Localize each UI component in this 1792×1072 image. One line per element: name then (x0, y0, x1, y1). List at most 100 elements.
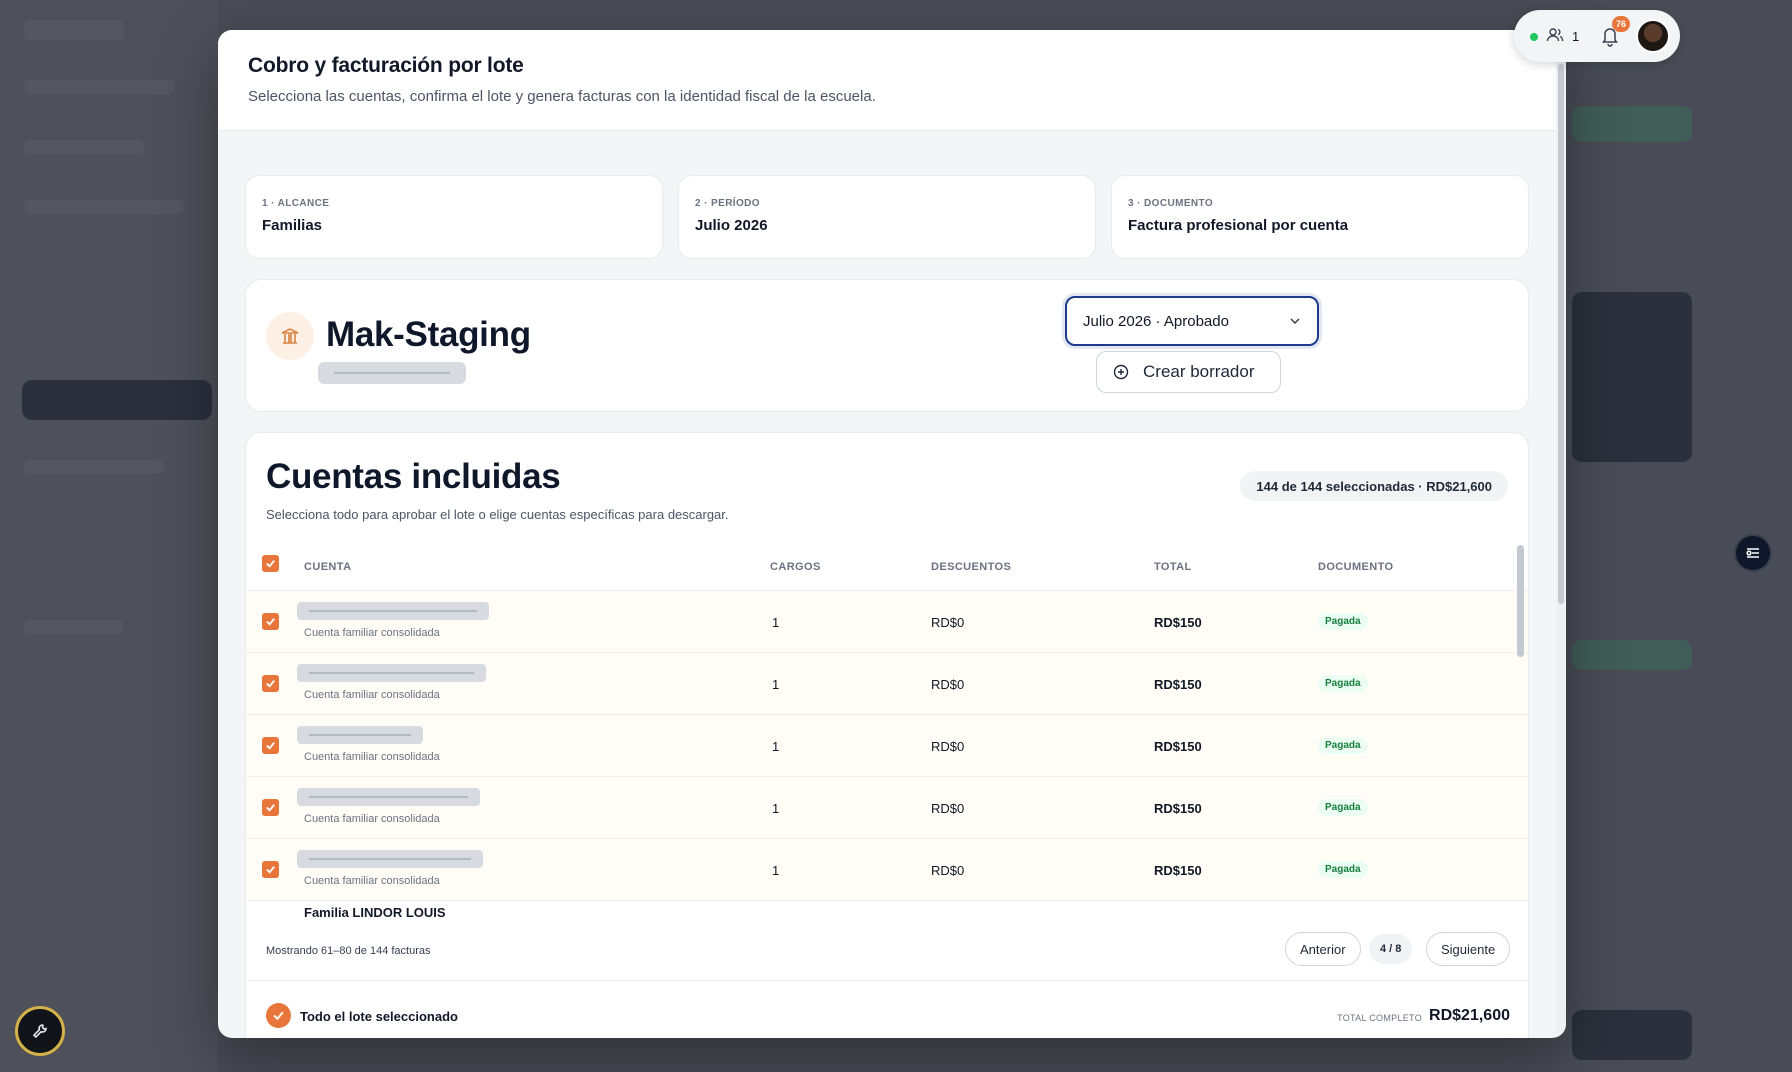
school-card: Mak-Staging Julio 2026 · Aprobado Crear … (245, 279, 1529, 412)
account-type: Cuenta familiar consolidada (304, 751, 440, 763)
accounts-subtitle: Selecciona todo para aprobar el lote o e… (266, 507, 729, 522)
step-value: Julio 2026 (695, 217, 768, 234)
status-badge: Pagada (1318, 613, 1368, 630)
total-cell: RD$150 (1154, 801, 1202, 816)
check-icon (266, 560, 275, 568)
notification-badge: 76 (1612, 16, 1630, 32)
previous-page-button[interactable]: Anterior (1285, 932, 1361, 966)
total-label: TOTAL COMPLETO (1337, 1013, 1422, 1023)
step-card-scope: 1 · ALCANCE Familias (245, 175, 663, 259)
wrench-icon (32, 1024, 47, 1039)
plus-circle-icon (1113, 364, 1129, 380)
total-cell: RD$150 (1154, 863, 1202, 878)
table-row[interactable]: Cuenta familiar consolidada 1 RD$0 RD$15… (246, 777, 1528, 839)
cargos-cell: 1 (772, 739, 780, 754)
check-circle-icon (266, 1003, 291, 1028)
column-header-total: TOTAL (1154, 561, 1192, 573)
cargos-cell: 1 (772, 677, 780, 692)
cargos-cell: 1 (772, 615, 780, 630)
sliders-icon (1746, 548, 1759, 558)
modal-subtitle: Selecciona las cuentas, confirma el lote… (248, 88, 876, 105)
descuentos-cell: RD$0 (931, 677, 965, 692)
user-avatar[interactable] (1636, 19, 1670, 53)
step-kicker: 3 · DOCUMENTO (1128, 198, 1214, 209)
status-badge: Pagada (1318, 737, 1368, 754)
descuentos-cell: RD$0 (931, 863, 965, 878)
table-row[interactable]: Cuenta familiar consolidada 1 RD$0 RD$15… (246, 653, 1528, 715)
column-header-cargos: CARGOS (770, 561, 821, 573)
step-kicker: 2 · PERÍODO (695, 198, 760, 209)
column-header-cuenta: CUENTA (304, 561, 352, 573)
account-name-redacted (297, 664, 486, 682)
descuentos-cell: RD$0 (931, 615, 965, 630)
account-name-redacted (297, 850, 483, 868)
account-name-redacted (297, 602, 489, 620)
account-type: Cuenta familiar consolidada (304, 875, 440, 887)
create-draft-button[interactable]: Crear borrador (1096, 351, 1281, 393)
online-count: 1 (1572, 29, 1580, 44)
total-cell: RD$150 (1154, 677, 1202, 692)
step-value: Factura profesional por cuenta (1128, 217, 1349, 234)
users-icon[interactable] (1546, 26, 1564, 44)
cargos-cell: 1 (772, 863, 780, 878)
page-indicator: 4 / 8 (1369, 934, 1413, 964)
table-row[interactable]: Cuenta familiar consolidada 1 RD$0 RD$15… (246, 591, 1528, 653)
check-icon (266, 680, 275, 688)
total-cell: RD$150 (1154, 739, 1202, 754)
dev-tools-button[interactable] (15, 1006, 65, 1056)
period-select-value: Julio 2026 · Aprobado (1083, 312, 1229, 330)
step-value: Familias (262, 217, 323, 234)
batch-summary: Todo el lote seleccionado TOTAL COMPLETO… (246, 981, 1528, 1038)
period-select[interactable]: Julio 2026 · Aprobado (1065, 296, 1319, 346)
check-icon (266, 618, 275, 626)
total-cell: RD$150 (1154, 615, 1202, 630)
column-header-descuentos: DESCUENTOS (931, 561, 1012, 573)
account-type: Cuenta familiar consolidada (304, 689, 440, 701)
cargos-cell: 1 (772, 801, 780, 816)
partial-row-name: Familia LINDOR LOUIS (304, 905, 446, 920)
step-card-period: 2 · PERÍODO Julio 2026 (678, 175, 1096, 259)
school-name: Mak-Staging (326, 315, 531, 354)
select-all-checkbox[interactable] (262, 555, 279, 572)
selection-badge: 144 de 144 seleccionadas · RD$21,600 (1240, 471, 1508, 501)
building-icon (266, 312, 314, 360)
check-icon (266, 742, 275, 750)
row-checkbox[interactable] (262, 861, 279, 878)
chevron-down-icon (1290, 318, 1300, 325)
step-kicker: 1 · ALCANCE (262, 198, 330, 209)
batch-billing-modal: Cobro y facturación por lote Selecciona … (218, 30, 1566, 1038)
column-header-documento: DOCUMENTO (1318, 561, 1394, 573)
row-checkbox[interactable] (262, 613, 279, 630)
descuentos-cell: RD$0 (931, 739, 965, 754)
account-type: Cuenta familiar consolidada (304, 627, 440, 639)
showing-count: Mostrando 61–80 de 144 facturas (266, 945, 431, 957)
row-checkbox[interactable] (262, 799, 279, 816)
table-row[interactable]: Cuenta familiar consolidada 1 RD$0 RD$15… (246, 715, 1528, 777)
status-badge: Pagada (1318, 799, 1368, 816)
school-id-pill (318, 362, 466, 384)
descuentos-cell: RD$0 (931, 801, 965, 816)
modal-header: Cobro y facturación por lote Selecciona … (218, 30, 1556, 131)
step-card-document: 3 · DOCUMENTO Factura profesional por cu… (1111, 175, 1529, 259)
status-badge: Pagada (1318, 675, 1368, 692)
table-scrollbar-thumb[interactable] (1517, 545, 1524, 657)
account-name-redacted (297, 788, 480, 806)
check-icon (266, 804, 275, 812)
accounts-table: CUENTA CARGOS DESCUENTOS TOTAL DOCUMENTO… (246, 541, 1528, 921)
table-row[interactable]: Cuenta familiar consolidada 1 RD$0 RD$15… (246, 839, 1528, 901)
filter-settings-button[interactable] (1734, 534, 1772, 572)
row-checkbox[interactable] (262, 737, 279, 754)
table-header: CUENTA CARGOS DESCUENTOS TOTAL DOCUMENTO (246, 541, 1528, 591)
total-amount: RD$21,600 (1429, 1007, 1510, 1024)
row-checkbox[interactable] (262, 675, 279, 692)
presence-bar: 1 76 (1514, 10, 1680, 62)
check-icon (266, 866, 275, 874)
status-badge: Pagada (1318, 861, 1368, 878)
modal-scrollbar-thumb[interactable] (1558, 64, 1564, 604)
accounts-title: Cuentas incluidas (266, 457, 561, 496)
online-status-dot (1530, 33, 1538, 41)
accounts-card: Cuentas incluidas Selecciona todo para a… (245, 432, 1529, 1038)
create-draft-label: Crear borrador (1143, 362, 1255, 381)
pagination-bar: Mostrando 61–80 de 144 facturas Anterior… (246, 921, 1528, 981)
next-page-button[interactable]: Siguiente (1426, 932, 1511, 966)
